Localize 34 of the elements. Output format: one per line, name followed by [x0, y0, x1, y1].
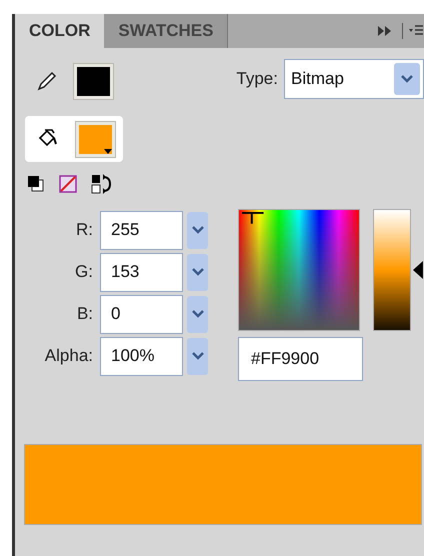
slider-thumb[interactable]: [413, 261, 423, 279]
color-swatch[interactable]: [75, 120, 116, 158]
color-swatch[interactable]: [73, 62, 114, 100]
type-dropdown[interactable]: Bitmap: [284, 59, 424, 99]
channel-input[interactable]: 0: [100, 294, 183, 334]
paint-bucket-icon: [37, 129, 59, 149]
no-color-icon[interactable]: [59, 175, 77, 193]
brightness-slider[interactable]: [373, 209, 423, 331]
spin-button[interactable]: [187, 212, 208, 248]
spin-button[interactable]: [187, 296, 208, 332]
chevron-down-icon: [192, 226, 204, 234]
channel-label: B:: [76, 303, 94, 326]
swap-colors-icon[interactable]: [91, 174, 113, 194]
spin-button[interactable]: [187, 254, 208, 290]
type-label: Type:: [236, 68, 278, 90]
hex-input[interactable]: #FF9900: [238, 337, 363, 381]
color-spectrum[interactable]: [238, 209, 360, 331]
fill-color-control[interactable]: [25, 116, 123, 162]
pencil-icon: [37, 71, 57, 91]
channel-input[interactable]: 255: [100, 210, 183, 250]
chevron-down-icon: [192, 310, 204, 318]
spin-button[interactable]: [187, 338, 208, 374]
chevron-down-icon: [192, 352, 204, 360]
fast-forward-icon[interactable]: [378, 26, 392, 36]
chevron-down-icon: [401, 75, 413, 83]
channel-input[interactable]: 153: [100, 252, 183, 292]
menu-icon[interactable]: [409, 25, 423, 37]
tab[interactable]: COLOR: [15, 14, 104, 48]
chevron-down-icon: [192, 268, 204, 276]
default-colors-icon[interactable]: [27, 175, 45, 193]
channel-input[interactable]: 100%: [100, 336, 183, 376]
channel-label: R:: [75, 219, 94, 242]
channel-label: G:: [74, 261, 94, 284]
channel-label: Alpha:: [44, 345, 94, 368]
